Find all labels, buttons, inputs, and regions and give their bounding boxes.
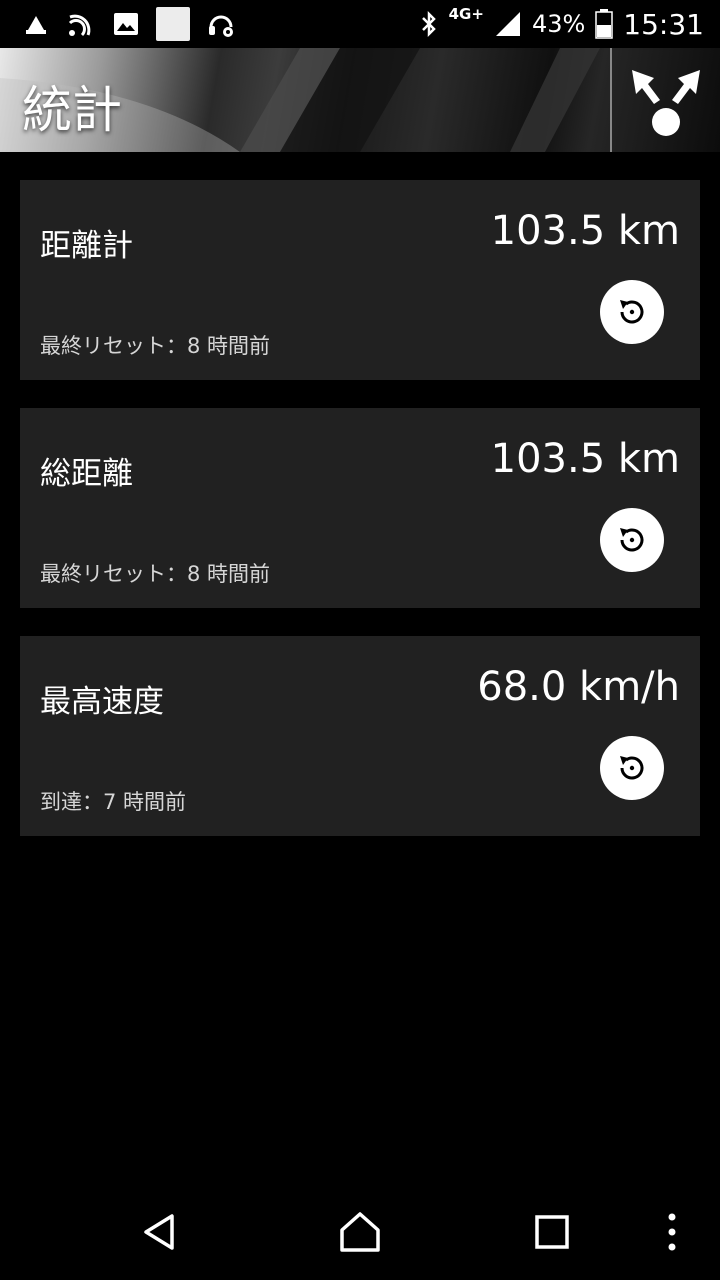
card-value: 68.0 km/h [477, 664, 680, 710]
status-bar: 4G+ 43% 15:31 [0, 0, 720, 48]
blank-notification-icon [156, 7, 190, 41]
statistics-screen: 4G+ 43% 15:31 統計 距離計 103.5 km 最終リセット：8 時… [0, 0, 720, 1280]
bluetooth-icon [419, 9, 439, 39]
reset-button[interactable] [600, 280, 664, 344]
home-button[interactable] [336, 1208, 384, 1256]
overflow-menu-button[interactable] [648, 1208, 696, 1256]
back-button[interactable] [136, 1208, 184, 1256]
card-subtitle: 到達：7 時間前 [40, 790, 187, 814]
reset-icon [620, 528, 644, 552]
total-distance-card: 総距離 103.5 km 最終リセット：8 時間前 [20, 408, 700, 608]
page-title: 統計 [22, 81, 122, 139]
network-type-label: 4G+ [448, 5, 484, 23]
recents-button[interactable] [528, 1208, 576, 1256]
headset-settings-icon [206, 9, 236, 39]
battery-icon [595, 9, 614, 39]
share-icon [632, 70, 700, 136]
clock: 15:31 [623, 7, 704, 41]
home-icon [340, 1212, 380, 1252]
reset-icon [620, 756, 644, 780]
reset-button[interactable] [600, 508, 664, 572]
card-title: 総距離 [40, 456, 133, 492]
card-subtitle: 最終リセット：8 時間前 [40, 562, 271, 586]
card-title: 距離計 [40, 228, 133, 264]
share-button[interactable] [620, 54, 712, 146]
card-title: 最高速度 [40, 684, 164, 720]
card-value: 103.5 km [490, 436, 680, 482]
recents-icon [535, 1215, 569, 1249]
back-icon [144, 1214, 174, 1250]
overflow-menu-icon [668, 1213, 676, 1251]
battery-percent: 43% [531, 10, 586, 38]
header-divider [610, 48, 612, 152]
app-header: 統計 [0, 48, 720, 152]
signal-icon [494, 10, 522, 38]
max-speed-card: 最高速度 68.0 km/h 到達：7 時間前 [20, 636, 700, 836]
card-value: 103.5 km [490, 208, 680, 254]
reset-button[interactable] [600, 736, 664, 800]
notification-app-icon [22, 10, 50, 38]
status-system: 4G+ 43% 15:31 [419, 0, 704, 48]
navigation-bar [0, 1184, 720, 1280]
status-notifications [0, 7, 236, 41]
reset-icon [620, 300, 644, 324]
nfc-on-icon [66, 9, 96, 39]
card-subtitle: 最終リセット：8 時間前 [40, 334, 271, 358]
odometer-card: 距離計 103.5 km 最終リセット：8 時間前 [20, 180, 700, 380]
image-icon [112, 10, 140, 38]
